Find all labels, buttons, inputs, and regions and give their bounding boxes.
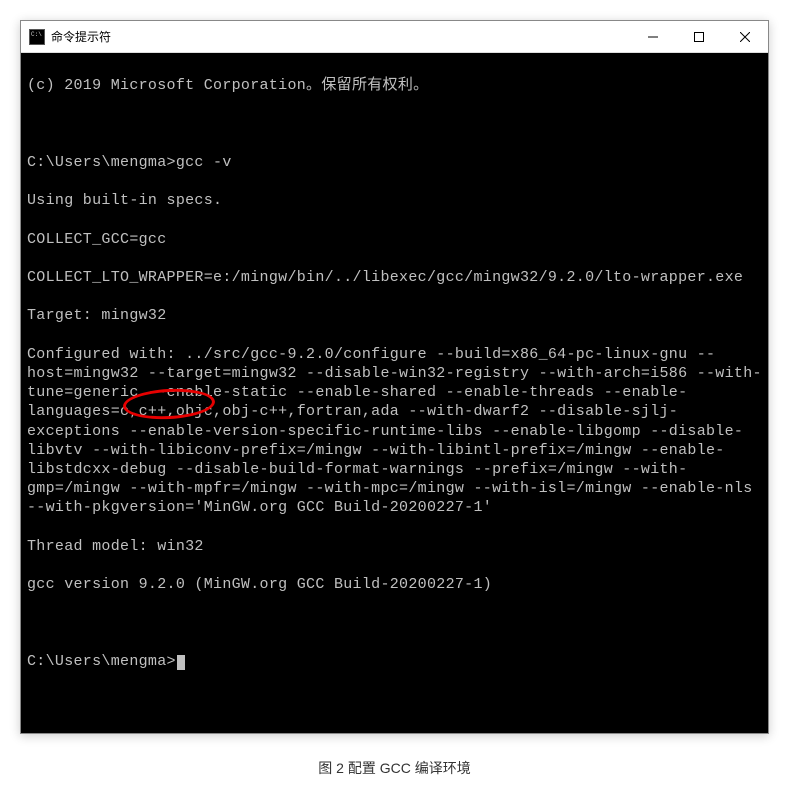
figure-caption: 图 2 配置 GCC 编译环境 [318, 758, 470, 778]
thread-model-line: Thread model: win32 [27, 537, 762, 556]
window-controls [630, 21, 768, 52]
copyright-line: (c) 2019 Microsoft Corporation。保留所有权利。 [27, 76, 762, 95]
configured-line: Configured with: ../src/gcc-9.2.0/config… [27, 345, 762, 518]
cursor [177, 655, 185, 670]
specs-line: Using built-in specs. [27, 191, 762, 210]
window-title: 命令提示符 [51, 28, 630, 45]
cmd-icon [29, 29, 45, 45]
blank-line [27, 115, 762, 134]
prompt-line-2: C:\Users\mengma> [27, 652, 762, 671]
minimize-button[interactable] [630, 21, 676, 52]
maximize-button[interactable] [676, 21, 722, 52]
close-button[interactable] [722, 21, 768, 52]
target-line: Target: mingw32 [27, 306, 762, 325]
version-line: gcc version 9.2.0 (MinGW.org GCC Build-2… [27, 575, 762, 594]
prompt-line: C:\Users\mengma>gcc -v [27, 153, 762, 172]
collect-gcc-line: COLLECT_GCC=gcc [27, 230, 762, 249]
titlebar[interactable]: 命令提示符 [21, 21, 768, 53]
terminal-output[interactable]: (c) 2019 Microsoft Corporation。保留所有权利。 C… [21, 53, 768, 733]
blank-line-2 [27, 613, 762, 632]
lto-wrapper-line: COLLECT_LTO_WRAPPER=e:/mingw/bin/../libe… [27, 268, 762, 287]
cmd-window: 命令提示符 (c) 2019 Microsoft Corporation。保留所… [20, 20, 769, 734]
